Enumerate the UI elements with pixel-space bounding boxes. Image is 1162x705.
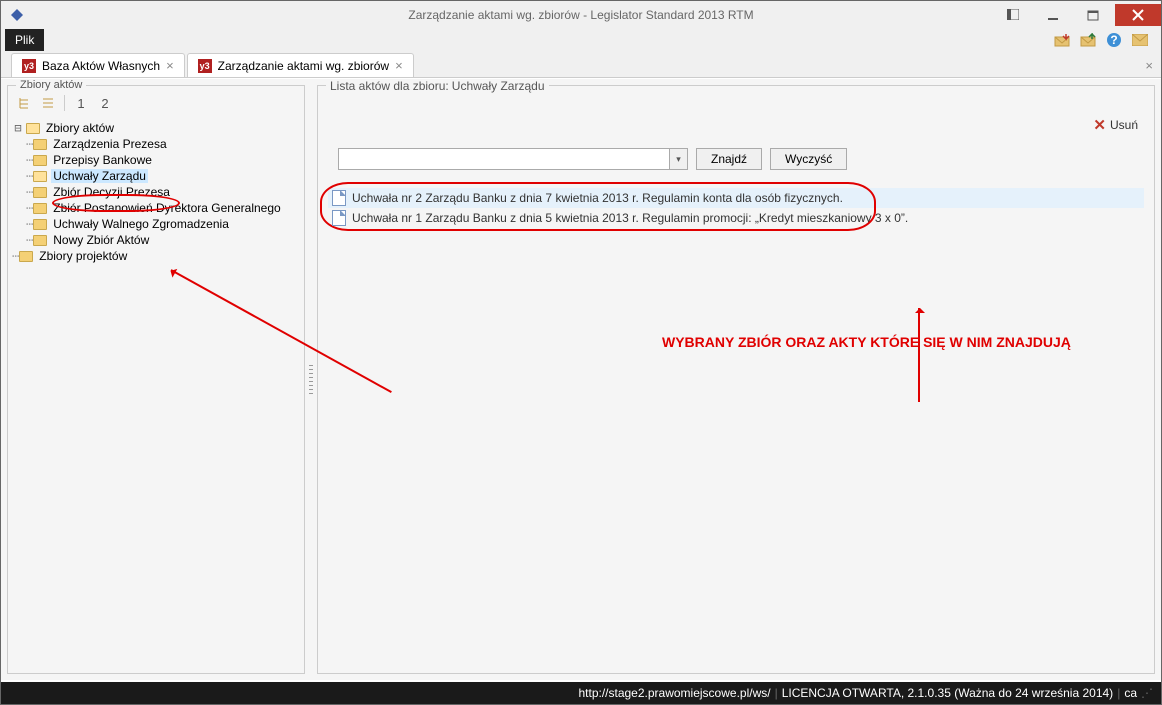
acts-list: Uchwała nr 2 Zarządu Banku z dnia 7 kwie… xyxy=(328,188,1144,228)
clear-button[interactable]: Wyczyść xyxy=(770,148,847,170)
tree-item-selected[interactable]: ⋯ Uchwały Zarządu xyxy=(12,168,302,184)
status-mode: ca xyxy=(1124,686,1137,700)
tree-item[interactable]: ⋯ Nowy Zbiór Aktów xyxy=(12,232,302,248)
svg-text:?: ? xyxy=(1110,33,1117,47)
tree-label: Uchwały Walnego Zgromadzenia xyxy=(51,217,231,231)
tab-baza-aktow[interactable]: y3 Baza Aktów Własnych × xyxy=(11,53,185,77)
tab-icon: y3 xyxy=(198,59,212,73)
tree-label: Zarządzenia Prezesa xyxy=(51,137,168,151)
document-tabs: y3 Baza Aktów Własnych × y3 Zarządzanie … xyxy=(1,52,1161,78)
app-icon xyxy=(7,5,27,25)
folder-icon xyxy=(33,139,47,150)
tree-item[interactable]: ⋯ Zbiór Decyzji Prezesa xyxy=(12,184,302,200)
mail-out-icon[interactable] xyxy=(1079,31,1097,49)
find-button[interactable]: Znajdź xyxy=(696,148,762,170)
tree-item[interactable]: ⋯ Zarządzenia Prezesa xyxy=(12,136,302,152)
mail-icon[interactable] xyxy=(1131,31,1149,49)
left-panel-title: Zbiory aktów xyxy=(16,79,86,91)
folder-icon xyxy=(33,219,47,230)
annotation-arrow xyxy=(918,308,920,402)
resize-grip-icon[interactable]: ⋰ xyxy=(1141,686,1153,700)
tree-item[interactable]: ⋯ Zbiór Postanowień Dyrektora Generalneg… xyxy=(12,200,302,216)
tree-label: Zbiór Decyzji Prezesa xyxy=(51,185,172,199)
folder-icon xyxy=(33,155,47,166)
list-item[interactable]: Uchwała nr 2 Zarządu Banku z dnia 7 kwie… xyxy=(328,188,1144,208)
close-button[interactable] xyxy=(1115,4,1161,26)
help-icon[interactable]: ? xyxy=(1105,31,1123,49)
mail-in-icon[interactable] xyxy=(1053,31,1071,49)
list-item-label: Uchwała nr 2 Zarządu Banku z dnia 7 kwie… xyxy=(352,191,843,205)
tab-close-icon[interactable]: × xyxy=(166,58,174,73)
tree-label: Zbiory aktów xyxy=(44,121,116,135)
folder-icon xyxy=(33,203,47,214)
status-license: LICENCJA OTWARTA, 2.1.0.35 (Ważna do 24 … xyxy=(782,686,1113,700)
tree-label: Zbiory projektów xyxy=(37,249,129,263)
collapse-icon[interactable] xyxy=(38,94,58,112)
folder-icon xyxy=(33,171,47,182)
folder-icon xyxy=(33,187,47,198)
maximize-button[interactable] xyxy=(1075,4,1111,26)
tabs-close-all-icon[interactable]: × xyxy=(1145,58,1153,73)
right-panel: Lista aktów dla zbioru: Uchwały Zarządu … xyxy=(317,85,1155,674)
list-item-label: Uchwała nr 1 Zarządu Banku z dnia 5 kwie… xyxy=(352,211,908,225)
folder-icon xyxy=(26,123,40,134)
toolbar-divider xyxy=(64,95,65,111)
tree-item[interactable]: ⋯ Przepisy Bankowe xyxy=(12,152,302,168)
tree-label: Nowy Zbiór Aktów xyxy=(51,233,151,247)
tab-icon: y3 xyxy=(22,59,36,73)
main-area: Zbiory aktów 1 2 ⊟ Zbiory aktów ⋯ Zarząd… xyxy=(1,79,1161,680)
tree-label: Przepisy Bankowe xyxy=(51,153,154,167)
list-item[interactable]: Uchwała nr 1 Zarządu Banku z dnia 5 kwie… xyxy=(328,208,1144,228)
tree-label: Uchwały Zarządu xyxy=(51,169,148,183)
statusbar: http://stage2.prawomiejscowe.pl/ws/ | LI… xyxy=(1,682,1161,704)
tab-zarzadzanie[interactable]: y3 Zarządzanie aktami wg. zbiorów × xyxy=(187,53,414,77)
delete-x-icon: ✕ xyxy=(1093,116,1106,134)
dropdown-arrow-icon[interactable]: ▾ xyxy=(670,148,688,170)
tree-label: Zbiór Postanowień Dyrektora Generalnego xyxy=(51,201,282,215)
expand-icon[interactable] xyxy=(14,94,34,112)
folder-icon xyxy=(19,251,33,262)
tab-label: Baza Aktów Własnych xyxy=(42,59,160,73)
view-1-button[interactable]: 1 xyxy=(71,94,91,112)
folder-icon xyxy=(33,235,47,246)
delete-button[interactable]: ✕ Usuń xyxy=(1093,116,1138,134)
search-input[interactable] xyxy=(338,148,670,170)
minimize-button[interactable] xyxy=(1035,4,1071,26)
document-icon xyxy=(332,210,346,226)
titlebar: Zarządzanie aktami wg. zbiorów - Legisla… xyxy=(1,1,1161,28)
window-title: Zarządzanie aktami wg. zbiorów - Legisla… xyxy=(408,8,753,22)
tree-item[interactable]: ⋯ Zbiory projektów xyxy=(12,248,302,264)
view-2-button[interactable]: 2 xyxy=(95,94,115,112)
tree-view: ⊟ Zbiory aktów ⋯ Zarządzenia Prezesa ⋯ P… xyxy=(8,116,304,268)
annotation-text: WYBRANY ZBIÓR ORAZ AKTY KTÓRE SIĘ W NIM … xyxy=(662,334,1071,350)
right-panel-title: Lista aktów dla zbioru: Uchwały Zarządu xyxy=(326,79,549,93)
document-icon xyxy=(332,190,346,206)
snap-button[interactable] xyxy=(995,4,1031,26)
tree-root[interactable]: ⊟ Zbiory aktów xyxy=(12,120,302,136)
tab-close-icon[interactable]: × xyxy=(395,58,403,73)
menu-file[interactable]: Plik xyxy=(5,29,44,51)
splitter[interactable] xyxy=(305,85,317,674)
delete-label: Usuń xyxy=(1110,118,1138,132)
left-panel: Zbiory aktów 1 2 ⊟ Zbiory aktów ⋯ Zarząd… xyxy=(7,85,305,674)
menubar: Plik ? xyxy=(1,28,1161,52)
tree-item[interactable]: ⋯ Uchwały Walnego Zgromadzenia xyxy=(12,216,302,232)
search-row: ▾ Znajdź Wyczyść xyxy=(338,148,1144,170)
status-url: http://stage2.prawomiejscowe.pl/ws/ xyxy=(578,686,770,700)
tab-label: Zarządzanie aktami wg. zbiorów xyxy=(218,59,389,73)
